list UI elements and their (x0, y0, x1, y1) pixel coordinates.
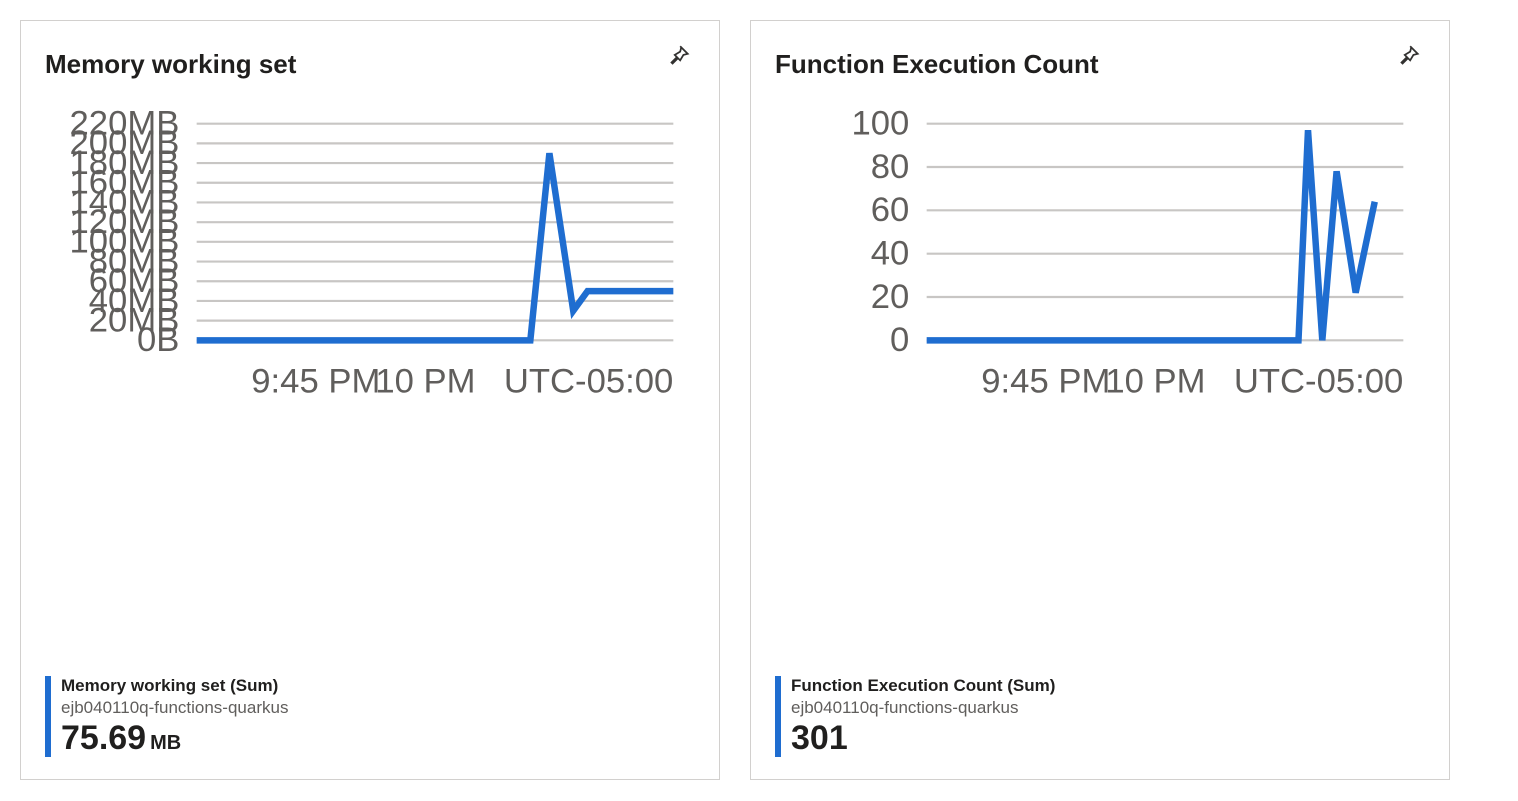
legend: Memory working set (Sum) ejb040110q-func… (45, 676, 695, 757)
pin-icon (1395, 43, 1421, 69)
legend-value-unit: MB (150, 732, 181, 754)
legend: Function Execution Count (Sum) ejb040110… (775, 676, 1425, 757)
card-title: Memory working set (45, 49, 296, 80)
pin-icon (665, 43, 691, 69)
svg-text:80: 80 (871, 148, 910, 186)
svg-text:40: 40 (871, 235, 910, 273)
legend-series-resource: ejb040110q-functions-quarkus (61, 698, 288, 718)
legend-series-resource: ejb040110q-functions-quarkus (791, 698, 1055, 718)
legend-color-bar (775, 676, 781, 757)
svg-text:60: 60 (871, 191, 910, 229)
metric-card-function-count: Function Execution Count 0 20 40 60 80 100 9:4… (750, 20, 1450, 780)
svg-text:UTC-05:00: UTC-05:00 (1234, 362, 1403, 400)
legend-value-number: 301 (791, 719, 848, 757)
svg-text:UTC-05:00: UTC-05:00 (504, 362, 673, 400)
svg-text:10 PM: 10 PM (1105, 362, 1205, 400)
card-header: Memory working set (45, 39, 695, 80)
pin-button[interactable] (1391, 39, 1425, 73)
legend-value: 75.69MB (61, 720, 288, 757)
card-header: Function Execution Count (775, 39, 1425, 80)
legend-text: Memory working set (Sum) ejb040110q-func… (61, 676, 288, 757)
legend-value: 301 (791, 720, 1055, 757)
card-title: Function Execution Count (775, 49, 1099, 80)
chart-area: 0 20 40 60 80 100 9:45 PM10 PM UTC-05:00 (775, 102, 1425, 662)
pin-button[interactable] (661, 39, 695, 73)
legend-series-name: Function Execution Count (Sum) (791, 676, 1055, 696)
svg-text:100: 100 (852, 105, 910, 143)
legend-color-bar (45, 676, 51, 757)
legend-text: Function Execution Count (Sum) ejb040110… (791, 676, 1055, 757)
legend-series-name: Memory working set (Sum) (61, 676, 288, 696)
chart-area: 0B20MB40MB60MB80MB100MB120MB140MB160MB18… (45, 102, 695, 662)
svg-text:10 PM: 10 PM (375, 362, 475, 400)
metric-card-memory: Memory working set 0B20MB40MB60MB80MB100… (20, 20, 720, 780)
svg-text:220MB: 220MB (70, 105, 180, 143)
svg-text:9:45 PM: 9:45 PM (251, 362, 380, 400)
line-chart-function-count[interactable]: 0 20 40 60 80 100 9:45 PM10 PM UTC-05:00 (775, 102, 1425, 427)
svg-text:0: 0 (890, 321, 909, 359)
line-chart-memory[interactable]: 0B20MB40MB60MB80MB100MB120MB140MB160MB18… (45, 102, 695, 427)
svg-text:9:45 PM: 9:45 PM (981, 362, 1110, 400)
svg-text:20: 20 (871, 278, 910, 316)
legend-value-number: 75.69 (61, 719, 146, 757)
